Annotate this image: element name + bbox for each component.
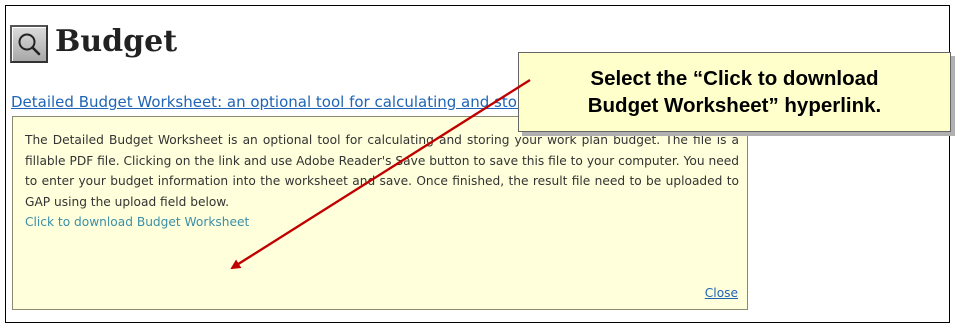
tooltip-description: The Detailed Budget Worksheet is an opti… [25,133,739,209]
instruction-callout: Select the “Click to download Budget Wor… [518,52,951,132]
callout-line-1: Select the “Click to download [590,67,879,90]
page-title: Budget [55,24,178,59]
close-tooltip-link[interactable]: Close [705,286,738,300]
callout-text: Select the “Click to download Budget Wor… [588,65,882,119]
worksheet-tooltip: The Detailed Budget Worksheet is an opti… [12,116,748,310]
download-budget-worksheet-link[interactable]: Click to download Budget Worksheet [25,212,739,233]
magnifier-icon [16,31,42,57]
magnifier-button[interactable] [10,25,48,63]
callout-line-2: Budget Worksheet” hyperlink. [587,94,882,117]
